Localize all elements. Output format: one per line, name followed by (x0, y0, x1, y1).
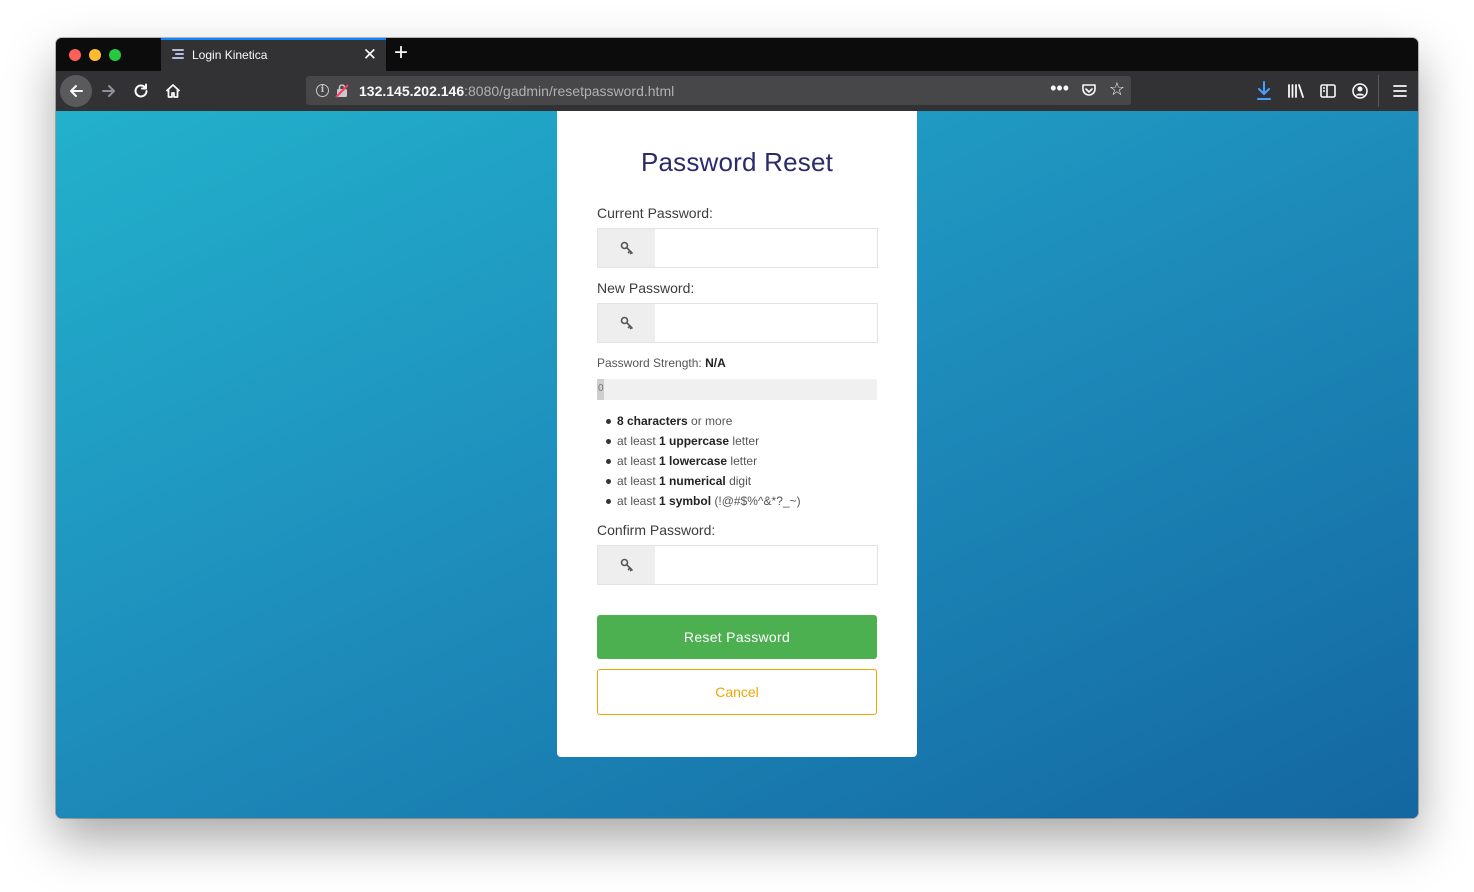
navigation-toolbar: i 132.145.202.146:8080/gadmin/resetpassw… (56, 71, 1418, 111)
sidebar-icon[interactable] (1318, 80, 1338, 102)
toolbar-separator (1378, 75, 1379, 107)
page-content: Password Reset Current Password: New Pas… (56, 111, 1418, 818)
browser-window: Login Kinetica ✕ + i 132.145.202.146:808… (56, 38, 1418, 818)
arrow-left-icon (70, 85, 83, 97)
current-password-label: Current Password: (597, 205, 713, 221)
back-button[interactable] (60, 75, 92, 107)
minimize-window-button[interactable] (89, 49, 101, 61)
list-item: at least 1 uppercase letter (597, 433, 801, 453)
list-item: at least 1 numerical digit (597, 473, 801, 493)
reload-button[interactable] (125, 75, 157, 107)
tab-title: Login Kinetica (192, 48, 268, 62)
new-password-label: New Password: (597, 280, 695, 296)
strength-value: N/A (705, 356, 726, 370)
tab-login-kinetica[interactable]: Login Kinetica ✕ (161, 38, 386, 71)
list-item: at least 1 symbol (!@#$%^&*?_~) (597, 493, 801, 513)
list-item: at least 1 lowercase letter (597, 453, 801, 473)
address-bar[interactable]: i 132.145.202.146:8080/gadmin/resetpassw… (306, 76, 1131, 105)
close-window-button[interactable] (69, 49, 81, 61)
strength-progress-bar: 0 (597, 379, 877, 400)
strength-progress-text: 0 (598, 383, 604, 394)
key-icon (598, 304, 655, 342)
password-reset-card: Password Reset Current Password: New Pas… (557, 111, 917, 757)
download-icon[interactable] (1254, 80, 1274, 102)
zoom-window-button[interactable] (109, 49, 121, 61)
arrow-right-icon (102, 85, 115, 97)
current-password-group (597, 228, 878, 268)
new-password-input[interactable] (655, 304, 877, 342)
list-item: 8 characters or more (597, 413, 801, 433)
url-host: 132.145.202.146 (359, 83, 465, 99)
bookmark-star-icon[interactable]: ☆ (1109, 79, 1125, 100)
account-icon[interactable] (1350, 80, 1370, 102)
password-rules-list: 8 characters or more at least 1 uppercas… (597, 413, 801, 513)
new-tab-button[interactable]: + (394, 41, 408, 65)
url-text[interactable]: 132.145.202.146:8080/gadmin/resetpasswor… (359, 83, 674, 99)
url-path: :8080/gadmin/resetpassword.html (464, 83, 675, 99)
forward-button[interactable] (93, 75, 125, 107)
password-strength: Password Strength: N/A (597, 356, 726, 370)
close-tab-icon[interactable]: ✕ (363, 45, 377, 65)
key-icon (598, 229, 655, 267)
tab-strip: Login Kinetica ✕ + (56, 38, 1418, 71)
hamburger-menu-icon[interactable] (1390, 80, 1410, 102)
library-icon[interactable] (1286, 80, 1306, 102)
new-password-group (597, 303, 878, 343)
confirm-password-input[interactable] (655, 546, 877, 584)
key-icon (598, 546, 655, 584)
confirm-password-group (597, 545, 878, 585)
reload-icon (134, 83, 148, 98)
insecure-lock-icon[interactable] (335, 83, 349, 98)
page-actions-icon[interactable]: ••• (1050, 78, 1069, 99)
pocket-icon[interactable] (1081, 82, 1097, 98)
home-icon (165, 84, 181, 98)
strength-label: Password Strength: (597, 356, 702, 370)
confirm-password-label: Confirm Password: (597, 522, 716, 538)
current-password-input[interactable] (655, 229, 877, 267)
kinetica-favicon-icon (172, 49, 184, 62)
info-icon[interactable]: i (316, 84, 329, 97)
reset-password-button[interactable]: Reset Password (597, 615, 877, 659)
page-title: Password Reset (640, 147, 834, 177)
cancel-button[interactable]: Cancel (597, 669, 877, 715)
home-button[interactable] (157, 75, 189, 107)
